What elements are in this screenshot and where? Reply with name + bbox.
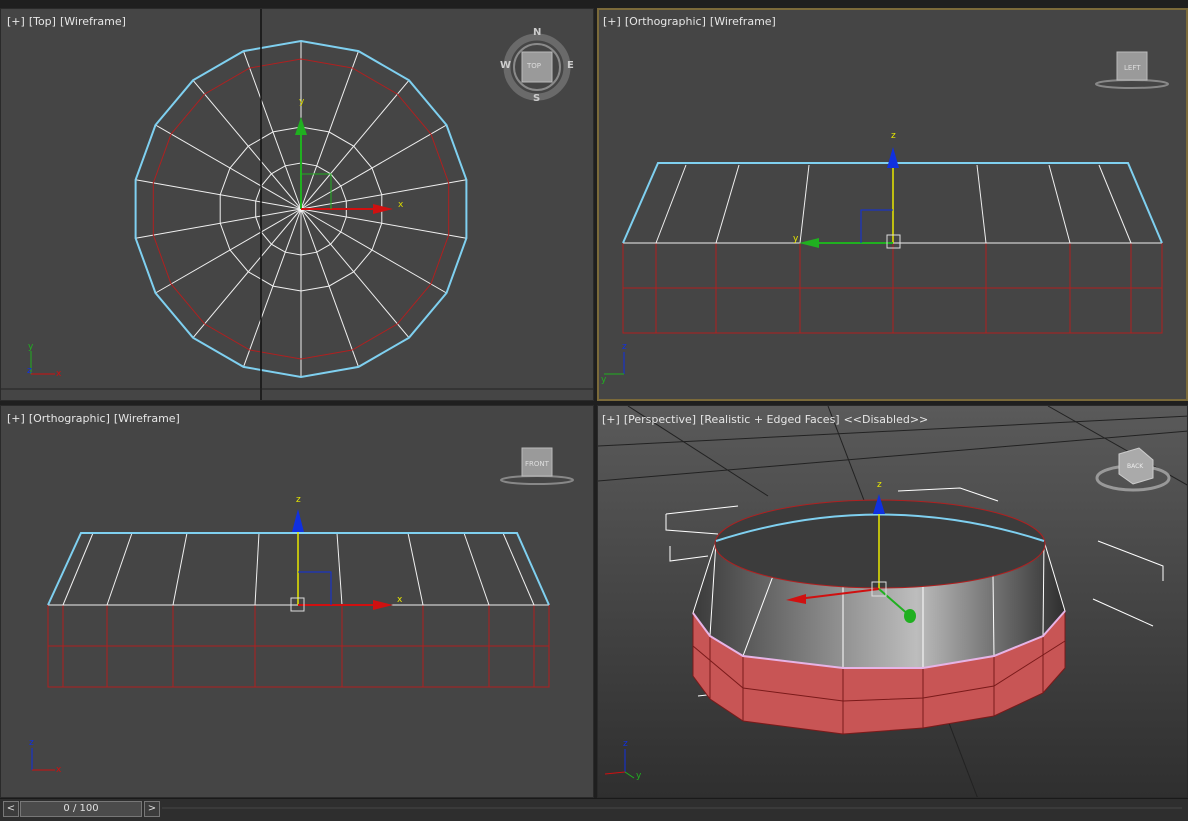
transform-gizmo[interactable]: z x (290, 495, 403, 612)
viewcube-face-label: LEFT (1124, 64, 1141, 72)
viewport-view-menu[interactable]: [Top] (29, 15, 56, 28)
viewport-view-menu[interactable]: [Perspective] (624, 413, 696, 426)
gizmo-x-label: x (398, 200, 404, 210)
cylinder-lower-wire (622, 242, 1163, 334)
time-slider-bar: < 0 / 100 > (0, 798, 1188, 821)
timeline-track[interactable] (162, 807, 1182, 809)
prev-frame-button[interactable]: < (3, 801, 19, 817)
transform-gizmo[interactable]: z y (793, 131, 901, 249)
viewport-label: [+] [Top] [Wireframe] (7, 15, 130, 28)
svg-text:z: z (622, 342, 627, 352)
svg-text:x: x (56, 765, 62, 775)
gizmo-y-label: y (299, 97, 305, 107)
svg-text:y: y (636, 771, 642, 781)
svg-text:y: y (28, 342, 34, 352)
svg-text:z: z (877, 480, 882, 490)
viewport-shading-menu[interactable]: [Realistic + Edged Faces] (700, 413, 839, 426)
viewport-shading-menu[interactable]: [Wireframe] (114, 412, 180, 425)
viewport-shading-menu[interactable]: [Wireframe] (60, 15, 126, 28)
perspective-canvas: z z y (598, 406, 1187, 797)
axis-tripod: z x (29, 738, 62, 775)
svg-text:y: y (793, 234, 799, 244)
compass-w: W (500, 60, 512, 71)
axis-tripod: z y (601, 342, 627, 385)
viewcube-face-label: FRONT (525, 460, 549, 468)
compass-n: N (533, 27, 542, 38)
compass-e: E (567, 60, 574, 71)
viewport-plus-menu[interactable]: [+] (603, 15, 621, 28)
viewcube-face-label: TOP (527, 62, 542, 70)
svg-text:z: z (891, 131, 896, 141)
svg-text:z: z (296, 495, 301, 505)
viewport-plus-menu[interactable]: [+] (602, 413, 620, 426)
viewcube-face-label: BACK (1127, 463, 1144, 470)
viewport-view-menu[interactable]: [Orthographic] (625, 15, 706, 28)
viewport-left-ortho[interactable]: z y z y LEFT [+] [Orthographic] [Wireframe… (597, 8, 1188, 401)
svg-text:x: x (397, 595, 403, 605)
viewport-label: [+] [Orthographic] [Wireframe] (603, 15, 780, 28)
front-view-canvas: z x z x (29, 447, 574, 775)
viewport-plus-menu[interactable]: [+] (7, 412, 25, 425)
svg-text:z: z (29, 738, 34, 748)
viewport-shading-menu[interactable]: [Wireframe] (710, 15, 776, 28)
axis-tripod: y x z (27, 342, 62, 379)
compass-s: S (533, 93, 541, 104)
svg-text:x: x (56, 369, 62, 379)
left-view-canvas: z y z y (601, 51, 1169, 385)
svg-text:z: z (27, 366, 32, 376)
viewport-disabled-indicator[interactable]: <<Disabled>> (844, 413, 929, 426)
svg-text:z: z (623, 739, 628, 749)
viewport-front-ortho[interactable]: z x z x FRONT [+] [Orthographic] [Wirefram… (0, 405, 594, 798)
svg-text:y: y (601, 375, 607, 385)
viewport-view-menu[interactable]: [Orthographic] (29, 412, 110, 425)
viewport-label: [+] [Perspective] [Realistic + Edged Faces… (602, 413, 932, 426)
viewport-plus-menu[interactable]: [+] (7, 15, 25, 28)
viewport-top[interactable]: y x y x z TOP N S E W [+] [Top] [Wireframe… (0, 8, 594, 401)
next-frame-button[interactable]: > (144, 801, 160, 817)
viewport-perspective[interactable]: z z y BACK [+] [Perspective] [Realistic + … (597, 405, 1188, 798)
time-slider[interactable]: 0 / 100 (20, 801, 142, 817)
viewport-label: [+] [Orthographic] [Wireframe] (7, 412, 184, 425)
cylinder-lower-wire (47, 604, 550, 688)
axis-tripod: z y (604, 739, 642, 781)
